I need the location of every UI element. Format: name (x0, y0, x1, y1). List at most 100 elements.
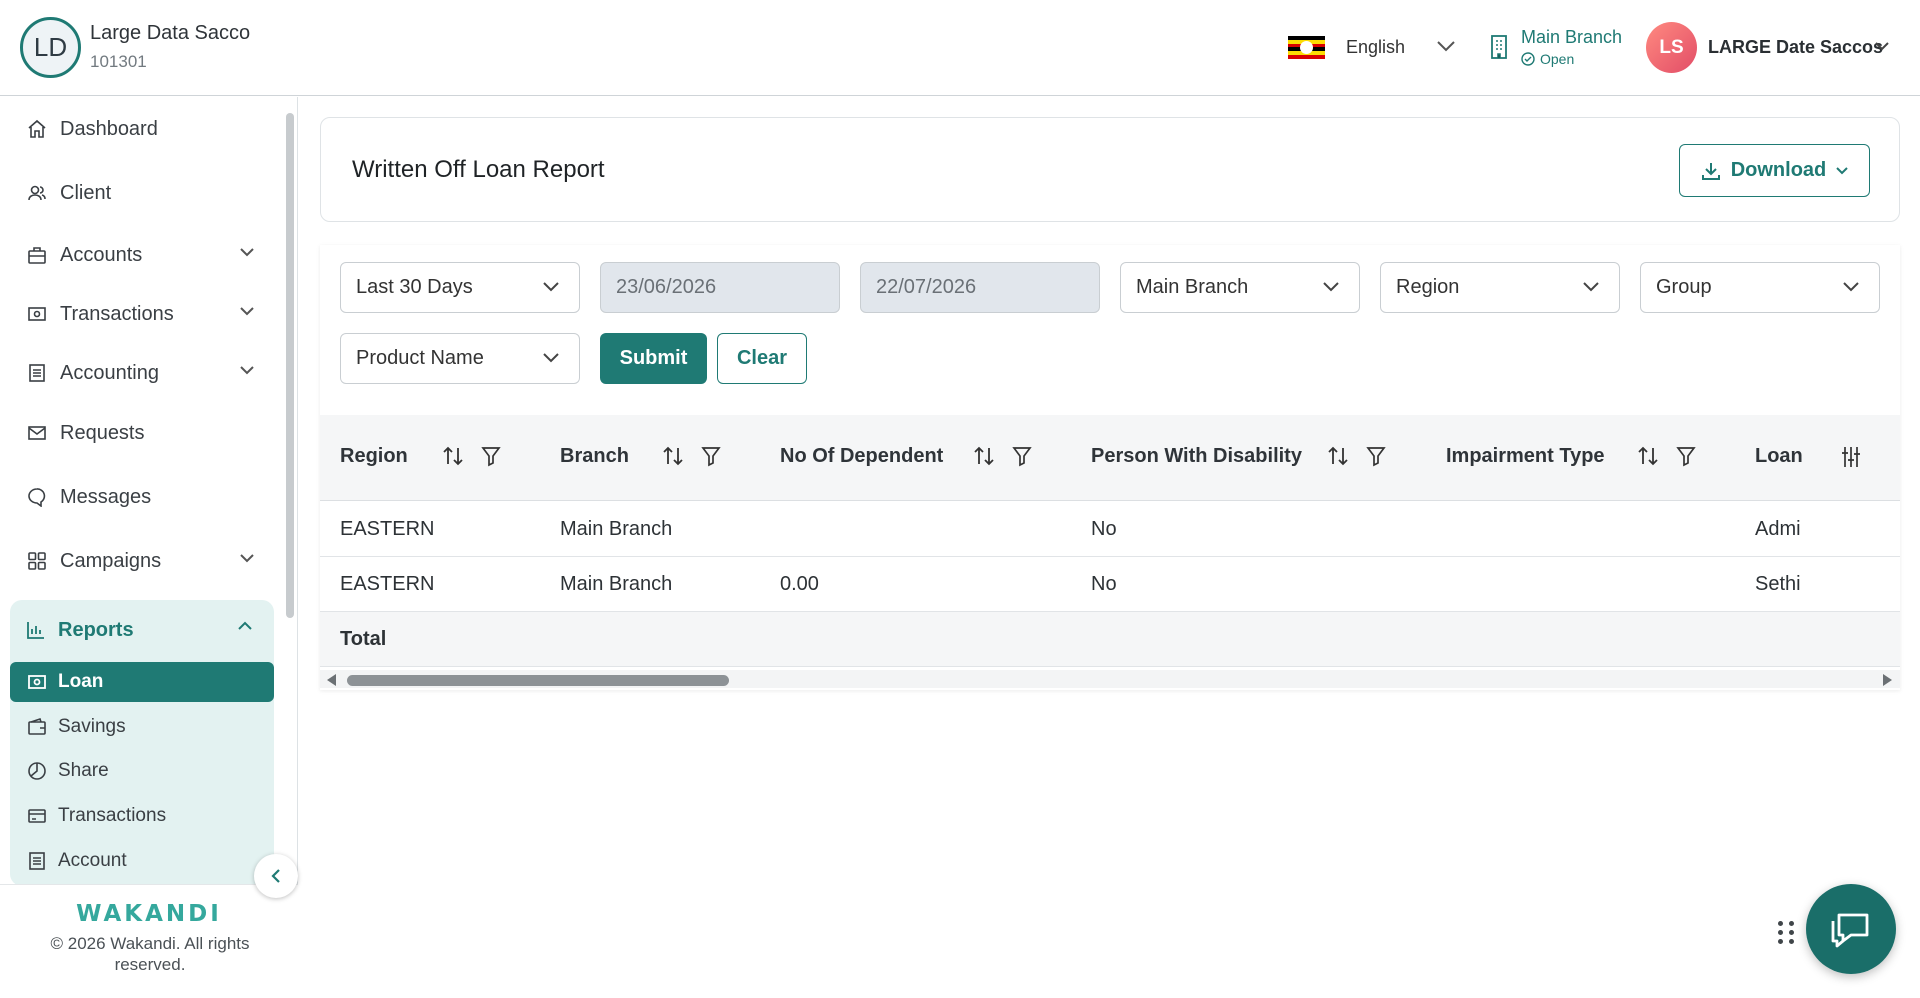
chevron-down-icon (240, 248, 254, 257)
building-icon (1491, 35, 1507, 59)
chat-support-button[interactable] (1806, 884, 1896, 974)
sidebar-item-label: Client (60, 181, 112, 204)
scroll-left-arrow-icon[interactable] (327, 674, 336, 686)
cell-loan: Sethi (1755, 573, 1801, 595)
sidebar-subitem-label: Share (58, 760, 109, 781)
filter-icon[interactable] (701, 445, 721, 467)
cell-disability: No (1091, 518, 1117, 540)
mail-icon (28, 426, 46, 440)
sidebar-item-label: Campaigns (60, 549, 162, 572)
sidebar-subitem-account[interactable]: Account (10, 841, 274, 881)
end-date-field[interactable]: 22/07/2026 (860, 262, 1100, 313)
sidebar-item-label: Accounting (60, 361, 159, 384)
region-select[interactable]: Region (1380, 262, 1620, 313)
scrollbar-thumb[interactable] (347, 675, 729, 686)
chevron-down-icon (543, 353, 559, 363)
sidebar-subitem-loan[interactable]: Loan (10, 662, 274, 702)
sidebar-footer: WAKANDI © 2026 Wakandi. All rights reser… (0, 884, 298, 998)
group-placeholder: Group (1656, 276, 1712, 298)
scroll-right-arrow-icon[interactable] (1883, 674, 1892, 686)
sort-icon[interactable] (442, 445, 464, 467)
sidebar-item-label: Requests (60, 421, 145, 444)
sidebar-item-reports[interactable]: Reports (10, 610, 274, 650)
sort-icon[interactable] (1637, 445, 1659, 467)
branch-selector[interactable]: Main Branch (1521, 27, 1622, 48)
column-header[interactable]: Branch (560, 445, 629, 468)
grid-icon (28, 552, 46, 570)
chat-icon (28, 488, 46, 507)
cell-branch: Main Branch (560, 573, 673, 595)
sidebar-scrollbar[interactable] (286, 113, 294, 618)
sort-icon[interactable] (662, 445, 684, 467)
column-header[interactable]: No Of Dependent (780, 445, 943, 468)
language-label[interactable]: English (1346, 37, 1405, 58)
sort-icon[interactable] (973, 445, 995, 467)
sidebar-item-label: Accounts (60, 243, 143, 266)
sidebar-item-dashboard[interactable]: Dashboard (0, 107, 285, 151)
branch-status: Open (1521, 51, 1574, 67)
start-date-field[interactable]: 23/06/2026 (600, 262, 840, 313)
chevron-down-icon[interactable] (1873, 39, 1891, 53)
sidebar-item-label: Transactions (60, 302, 174, 325)
column-header[interactable]: Impairment Type (1446, 445, 1605, 468)
sidebar-item-accounts[interactable]: Accounts (0, 233, 285, 277)
horizontal-scrollbar[interactable] (320, 670, 1900, 688)
period-select[interactable]: Last 30 Days (340, 262, 580, 313)
column-settings-icon[interactable] (1841, 445, 1861, 469)
filter-icon[interactable] (481, 445, 501, 467)
branch-select[interactable]: Main Branch (1120, 262, 1360, 313)
sidebar-subitem-share[interactable]: Share (10, 751, 274, 791)
filter-icon[interactable] (1012, 445, 1032, 467)
branch-value: Main Branch (1136, 276, 1249, 298)
chevron-down-icon (1843, 282, 1859, 292)
submit-button[interactable]: Submit (600, 333, 707, 384)
sidebar-item-requests[interactable]: Requests (0, 411, 285, 455)
sidebar-item-campaigns[interactable]: Campaigns (0, 539, 285, 583)
table-row[interactable]: EASTERN Main Branch 0.00 No Sethi (320, 557, 1900, 612)
sidebar-item-accounting[interactable]: Accounting (0, 351, 285, 395)
users-icon (28, 185, 46, 201)
sidebar-item-client[interactable]: Client (0, 171, 285, 215)
clear-button[interactable]: Clear (717, 333, 807, 384)
report-table: Region Branch No Of Dependent Person Wit… (320, 415, 1900, 690)
chevron-down-icon (240, 307, 254, 316)
user-avatar[interactable]: LS (1646, 22, 1697, 73)
cell-region: EASTERN (340, 518, 435, 540)
column-header[interactable]: Loan (1755, 445, 1803, 468)
cell-disability: No (1091, 573, 1117, 595)
column-header[interactable]: Region (340, 445, 408, 468)
collapse-sidebar-button[interactable] (254, 854, 298, 898)
sidebar-subitem-savings[interactable]: Savings (10, 707, 274, 747)
sidebar-item-transactions[interactable]: Transactions (0, 292, 285, 336)
download-icon (1701, 162, 1720, 180)
product-select[interactable]: Product Name (340, 333, 580, 384)
branch-status-text: Open (1540, 51, 1575, 67)
sidebar-subitem-transactions[interactable]: Transactions (10, 796, 274, 836)
credit-card-icon (28, 809, 46, 823)
sidebar-item-label: Dashboard (60, 117, 158, 140)
period-value: Last 30 Days (356, 276, 473, 298)
drag-handle-icon[interactable] (1778, 921, 1795, 944)
column-header[interactable]: Person With Disability (1091, 445, 1302, 468)
uganda-flag-icon[interactable] (1288, 36, 1325, 59)
briefcase-icon (28, 247, 46, 264)
filter-icon[interactable] (1366, 445, 1386, 467)
cell-branch: Main Branch (560, 518, 673, 540)
user-name[interactable]: LARGE Date Saccos (1708, 37, 1883, 58)
report-title-card: Written Off Loan Report Download (320, 117, 1900, 222)
chat-bubble-icon (1831, 913, 1869, 948)
sidebar-item-messages[interactable]: Messages (0, 475, 285, 519)
group-select[interactable]: Group (1640, 262, 1880, 313)
chevron-down-icon[interactable] (1435, 38, 1457, 54)
sort-icon[interactable] (1327, 445, 1349, 467)
sidebar-subitem-label: Loan (58, 671, 104, 692)
org-name: Large Data Sacco (90, 22, 251, 44)
sidebar-item-label: Messages (60, 485, 152, 508)
filter-icon[interactable] (1676, 445, 1696, 467)
end-date-value: 22/07/2026 (876, 276, 977, 298)
org-avatar[interactable]: LD (20, 17, 81, 78)
copyright-text: © 2026 Wakandi. All rights reserved. (50, 934, 250, 974)
table-header-row: Region Branch No Of Dependent Person Wit… (320, 415, 1900, 501)
table-row[interactable]: EASTERN Main Branch No Admi (320, 502, 1900, 557)
download-button[interactable]: Download (1679, 144, 1870, 197)
